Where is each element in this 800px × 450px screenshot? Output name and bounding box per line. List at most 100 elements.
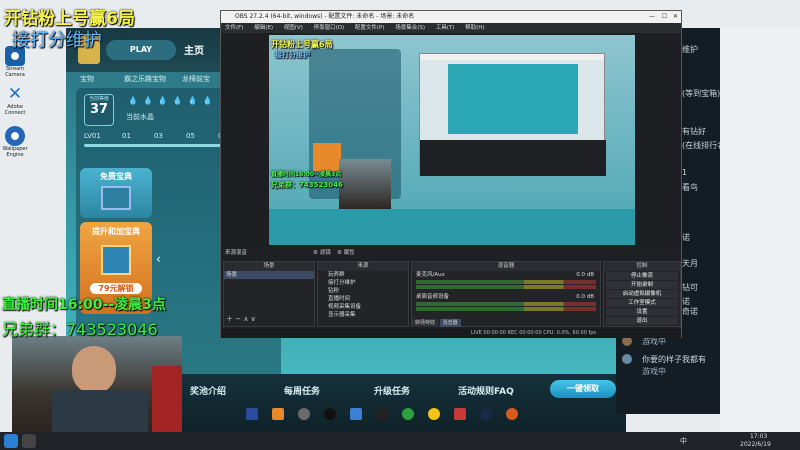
stage-label: 03 xyxy=(154,132,163,140)
menu-profile[interactable]: 配置文件(P) xyxy=(355,25,385,31)
book-icon xyxy=(101,245,131,275)
scenes-dock: 场景 场景 ＋ − ∧ ∨ xyxy=(223,261,315,327)
obs-source-toolbar: 来源混音 ⚙ 滤镜 ⚙ 属性 xyxy=(221,247,681,259)
obs-status-bar: LIVE 00:00:00 REC 00:00:00 CPU: 0.0%, 60… xyxy=(221,329,681,338)
chevron-left-icon[interactable]: ‹ xyxy=(156,252,161,266)
free-pass-label: 免费宝典 xyxy=(100,172,132,181)
sources-header: 来源 xyxy=(318,262,408,271)
mixer-track-db: 0.0 dB xyxy=(576,294,594,300)
wallpaper-icon xyxy=(5,126,25,146)
filter-button[interactable]: ⚙ 滤镜 xyxy=(313,247,331,259)
exit-button[interactable]: 退出 xyxy=(606,317,678,325)
price-tag[interactable]: 79元解锁 xyxy=(90,283,142,294)
menu-file[interactable]: 文件(F) xyxy=(225,25,243,31)
taskbar: 中 17:03 2022/6/19 xyxy=(0,432,800,450)
overlay-subtitle: 接打分维护 xyxy=(12,30,102,51)
volume-meter xyxy=(416,280,596,284)
streamer-shirt xyxy=(52,390,148,432)
input-language[interactable]: 中 xyxy=(680,436,687,446)
chat-side-strip xyxy=(720,28,800,432)
mixer-tabs: 转场特效 混音器 xyxy=(412,319,461,327)
scene-item[interactable]: 场景 xyxy=(224,271,314,279)
properties-button[interactable]: ⚙ 属性 xyxy=(337,247,355,259)
virtual-camera-button[interactable]: 启动虚拟摄像机 xyxy=(606,290,678,298)
preview-nested-docks xyxy=(420,140,606,176)
app-icon[interactable] xyxy=(272,408,284,420)
volume-meter xyxy=(416,307,596,311)
app-icon[interactable] xyxy=(350,408,362,420)
preview-nested-obs xyxy=(419,53,606,176)
menu-help[interactable]: 帮助(H) xyxy=(465,25,484,31)
book-icon xyxy=(101,186,131,210)
preview-group-overlay: 兄弟群：743523046 xyxy=(271,181,343,189)
studio-mode-button[interactable]: 工作室模式 xyxy=(606,299,678,307)
menu-docks[interactable]: 停靠窗口(D) xyxy=(314,25,345,31)
preview-card xyxy=(313,143,341,171)
obs-preview[interactable]: 开钻粉上号赢6局 接打分维护 直播时间16:00--凌晨3点 兄弟群：74352… xyxy=(269,35,635,245)
chat-line: 1 xyxy=(682,168,688,177)
properties-label: 属性 xyxy=(343,250,355,256)
source-item[interactable]: 显示器采集 xyxy=(318,311,408,319)
settings-button[interactable]: 设置 xyxy=(606,308,678,316)
tab-upgrade-tasks[interactable]: 升级任务 xyxy=(374,384,410,397)
free-pass-card[interactable]: 免费宝典 xyxy=(80,168,152,218)
app-icon[interactable] xyxy=(506,408,518,420)
claim-all-button[interactable]: 一键领取 xyxy=(550,380,616,398)
source-item[interactable]: 视频采集设备 xyxy=(318,303,408,311)
app-icon[interactable] xyxy=(246,408,258,420)
tab-weekly-tasks[interactable]: 每周任务 xyxy=(284,384,320,397)
close-icon[interactable]: ✕ xyxy=(673,11,678,23)
minimize-icon[interactable]: — xyxy=(649,11,655,23)
chat-line: 诺 xyxy=(682,233,690,242)
subtab[interactable]: 宝物 xyxy=(80,74,94,84)
chat-line: (等到宝箱) xyxy=(682,89,721,98)
clock-time[interactable]: 17:03 xyxy=(750,433,767,440)
desktop-icon-wallpaper[interactable]: Wallpaper Engine xyxy=(2,126,28,158)
preview-webcam xyxy=(339,159,391,209)
tab-rules-faq[interactable]: 活动规则FAQ xyxy=(458,384,514,397)
filter-label: 滤镜 xyxy=(319,250,331,256)
x-logo-icon: ✕ xyxy=(7,84,23,104)
overlay-fan-group: 兄弟群：743523046 xyxy=(2,320,158,339)
source-item[interactable]: 直播时间 xyxy=(318,295,408,303)
mixer-header: 混音器 xyxy=(412,262,600,271)
game-shortcut-icons xyxy=(246,408,606,422)
obs-title-bar: OBS 27.2.4 (64-bit, windows) - 配置文件: 未命名… xyxy=(221,11,681,23)
menu-tools[interactable]: 工具(T) xyxy=(436,25,455,31)
app-icon[interactable] xyxy=(428,408,440,420)
mixer-dock: 混音器 麦克风/Aux 0.0 dB 桌面音频设备 0.0 dB 转场特效 混音… xyxy=(411,261,601,327)
tab-prize-pool[interactable]: 奖池介绍 xyxy=(190,384,226,397)
start-icon[interactable] xyxy=(4,434,18,448)
app-icon[interactable] xyxy=(298,408,310,420)
source-item[interactable]: 钻粉 xyxy=(318,287,408,295)
subtab[interactable]: 霸之乐趣宝物 xyxy=(124,74,166,84)
desktop-icon-adobe[interactable]: ✕ Adobe Connect xyxy=(2,84,28,116)
controls-dock: 控制 停止推流 开始录制 启动虚拟摄像机 工作室模式 设置 退出 xyxy=(603,261,681,327)
search-icon[interactable] xyxy=(22,434,36,448)
start-recording-button[interactable]: 开始录制 xyxy=(606,281,678,289)
qq-icon[interactable] xyxy=(324,408,336,420)
tab-transitions[interactable]: 转场特效 xyxy=(412,319,439,327)
app-icon[interactable] xyxy=(376,408,388,420)
stop-streaming-button[interactable]: 停止推流 xyxy=(606,272,678,280)
subtab[interactable]: 龙椅前宝 xyxy=(182,74,210,84)
menu-scene-collection[interactable]: 场景集合(S) xyxy=(395,25,425,31)
chat-line: 有钻好 xyxy=(682,127,706,136)
source-item[interactable]: 玩养群 xyxy=(318,271,408,279)
steam-icon[interactable] xyxy=(480,408,492,420)
volume-meter xyxy=(416,302,596,306)
clock-date[interactable]: 2022/6/19 xyxy=(740,441,771,448)
stage-label: LV01 xyxy=(84,132,101,140)
tab-mixer[interactable]: 混音器 xyxy=(439,319,461,327)
app-icon[interactable] xyxy=(454,408,466,420)
menu-edit[interactable]: 编辑(E) xyxy=(254,25,273,31)
scene-add-button[interactable]: ＋ − ∧ ∨ xyxy=(226,314,256,324)
menu-view[interactable]: 视图(V) xyxy=(284,25,303,31)
obs-window: OBS 27.2.4 (64-bit, windows) - 配置文件: 未命名… xyxy=(220,10,682,338)
app-icon[interactable] xyxy=(402,408,414,420)
maximize-icon[interactable]: ☐ xyxy=(662,11,667,23)
source-item[interactable]: 接打分维护 xyxy=(318,279,408,287)
mixer-track: 麦克风/Aux 0.0 dB xyxy=(412,271,600,279)
play-button[interactable]: PLAY xyxy=(106,40,176,60)
tab-home[interactable]: 主页 xyxy=(184,42,204,57)
